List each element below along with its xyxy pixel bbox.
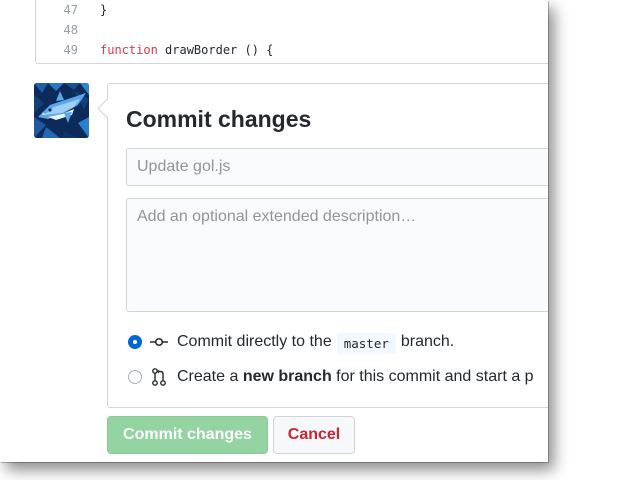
code-preview: 47 } 48 49 function drawBorder () { <box>35 0 548 64</box>
shark-avatar-image <box>34 83 89 138</box>
new-branch-radio[interactable] <box>128 370 142 384</box>
code-line: 47 } <box>36 0 548 20</box>
commit-direct-label-end: branch. <box>400 333 455 350</box>
code-text: } <box>100 3 108 17</box>
commit-title: Commit changes <box>126 106 312 132</box>
commit-direct-radio[interactable] <box>128 335 142 349</box>
line-number: 49 <box>63 43 78 57</box>
code-line: 49 function drawBorder () { <box>36 40 548 60</box>
commit-description-input[interactable] <box>126 198 548 312</box>
branch-name: master <box>336 332 396 354</box>
code-rest: drawBorder () { <box>157 43 274 57</box>
cancel-button[interactable]: Cancel <box>273 416 355 454</box>
new-branch-label-bold: new branch <box>242 368 332 385</box>
editor-window: 47 } 48 49 function drawBorder () {Comm… <box>0 0 548 462</box>
new-branch-label-end: for this commit and start a p <box>331 368 534 385</box>
code-line: 48 <box>36 20 548 40</box>
commit-summary-input[interactable] <box>126 148 548 186</box>
commit-direct-option[interactable]: Commit directly to the master branch. <box>128 330 454 354</box>
git-pull-request-icon <box>150 368 168 386</box>
code-keyword: function <box>100 43 158 57</box>
code-text: function drawBorder () { <box>100 40 273 60</box>
line-number: 47 <box>63 3 78 17</box>
commit-changes-button[interactable]: Commit changes <box>107 416 268 454</box>
git-commit-icon <box>150 333 168 351</box>
avatar[interactable] <box>34 83 89 138</box>
line-number: 48 <box>63 23 78 37</box>
commit-direct-label: Commit directly to the <box>177 333 332 350</box>
new-branch-label: Create a <box>177 368 243 385</box>
new-branch-option[interactable]: Create a new branch for this commit and … <box>128 365 534 389</box>
